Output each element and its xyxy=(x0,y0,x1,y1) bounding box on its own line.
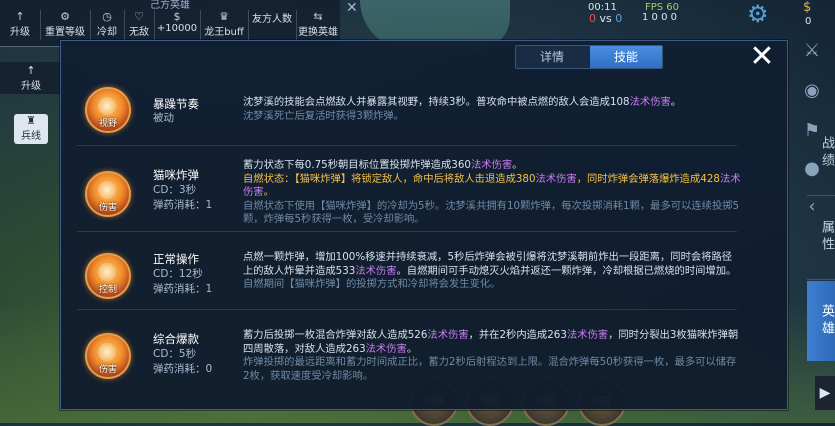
dialog-close-icon[interactable]: ✕ xyxy=(741,39,783,75)
skill-1-name: 暴躁节奏 xyxy=(153,97,199,111)
kda-readout: 1 0 0 0 xyxy=(642,12,677,23)
skill-4-name: 综合爆款 xyxy=(153,332,199,346)
dialog-side-tabs: 战绩 属性 英雄 xyxy=(807,113,835,363)
side-tab-attributes[interactable]: 属性 xyxy=(807,197,835,277)
skill-1-description: 沈梦溪的技能会点燃敌人并暴露其视野，持续3秒。普攻命中被点燃的敌人会造成108法… xyxy=(243,96,682,122)
cheat-gold-button[interactable]: $ +10000 xyxy=(154,10,201,40)
cheat-cooldown-button[interactable]: ◷ 冷却 xyxy=(90,10,125,40)
row-divider xyxy=(77,231,737,232)
tab-details[interactable]: 详情 xyxy=(516,46,588,68)
skill-4-icon: 伤害 xyxy=(85,333,131,379)
arrow-up-icon: ↑ xyxy=(26,64,36,77)
gold-bag-icon: $ xyxy=(803,0,812,15)
cheat-swap-hero-button[interactable]: ⇆ 更换英雄 xyxy=(296,10,340,40)
sword-skill-icon[interactable]: ⚔ xyxy=(797,40,827,70)
dialog-tab-bar: 详情 技能 xyxy=(515,45,663,69)
hero-skill-dialog: 详情 技能 ✕ 视野 暴躁节奏 被动 沈梦溪的技能会点燃敌人并暴露其视野，持续3… xyxy=(60,39,835,410)
skill-4-meta: CD：5秒 弹药消耗：0 xyxy=(153,348,213,375)
cheat-side-panel: ↑ 升级 xyxy=(0,62,60,94)
heart-icon: ♡ xyxy=(134,10,144,23)
tower-icon: ♜ xyxy=(26,114,36,127)
skill-3-icon: 控制 xyxy=(85,253,131,299)
cheat-ally-count-button[interactable]: 友方人数 xyxy=(248,10,297,40)
ward-skill-icon[interactable]: ◉ xyxy=(797,80,827,110)
match-score: 0 vs 0 xyxy=(589,12,623,25)
tab-skills[interactable]: 技能 xyxy=(590,46,662,68)
settings-gear-icon[interactable]: ⚙ xyxy=(747,0,769,28)
cheat-upgrade-button[interactable]: ↑ 升级 xyxy=(0,10,41,40)
coin-icon: $ xyxy=(173,10,181,23)
skill-3-name: 正常操作 xyxy=(153,252,199,266)
arrow-up-icon: ↑ xyxy=(15,10,25,23)
cheat-invincible-button[interactable]: ♡ 无敌 xyxy=(124,10,155,40)
skill-2-name: 猫咪炸弹 xyxy=(153,168,199,182)
side-tab-hero[interactable]: 英雄 xyxy=(807,281,835,361)
row-divider xyxy=(77,145,737,146)
skill-1-icon: 视野 xyxy=(85,87,131,133)
side-upgrade-button[interactable]: ↑ 升级 xyxy=(14,64,48,94)
play-icon[interactable]: ▶ xyxy=(815,376,835,410)
gold-value: 0 xyxy=(805,16,812,27)
skill-2-meta: CD：3秒 弹药消耗：1 xyxy=(153,184,213,211)
cheat-close-icon[interactable]: ✕ xyxy=(346,0,358,16)
skill-2-description: 蓄力状态下每0.75秒朝目标位置投掷炸弹造成360法术伤害。 自燃状态：【猫咪炸… xyxy=(243,159,741,225)
soldier-line-button[interactable]: ♜ 兵线 xyxy=(14,114,48,144)
cheat-reset-level-button[interactable]: ⚙ 重置等级 xyxy=(40,10,91,40)
swap-icon: ⇆ xyxy=(313,10,323,23)
side-tab-record[interactable]: 战绩 xyxy=(807,113,835,193)
gear-icon: ⚙ xyxy=(60,10,70,23)
row-divider xyxy=(77,309,737,310)
skill-1-meta: 被动 xyxy=(153,112,174,124)
top-hud: 00:11 0 vs 0 FPS 60 1 0 0 0 ⚙ $ 0 xyxy=(585,0,835,30)
skill-3-description: 点燃一颗炸弹，增加100%移速并持续衰减，5秒后炸弹会被引爆将沈梦溪朝前炸出一段… xyxy=(243,251,737,290)
skill-3-meta: CD：12秒 弹药消耗：1 xyxy=(153,268,213,295)
crown-icon: ♛ xyxy=(219,10,229,23)
clock-icon: ◷ xyxy=(102,10,112,23)
skill-4-description: 蓄力后投掷一枚混合炸弹对敌人造成526法术伤害，并在2秒内造成263法术伤害，同… xyxy=(243,329,739,382)
cheat-dragon-buff-button[interactable]: ♛ 龙王buff xyxy=(200,10,249,40)
skill-2-icon: 伤害 xyxy=(85,171,131,217)
